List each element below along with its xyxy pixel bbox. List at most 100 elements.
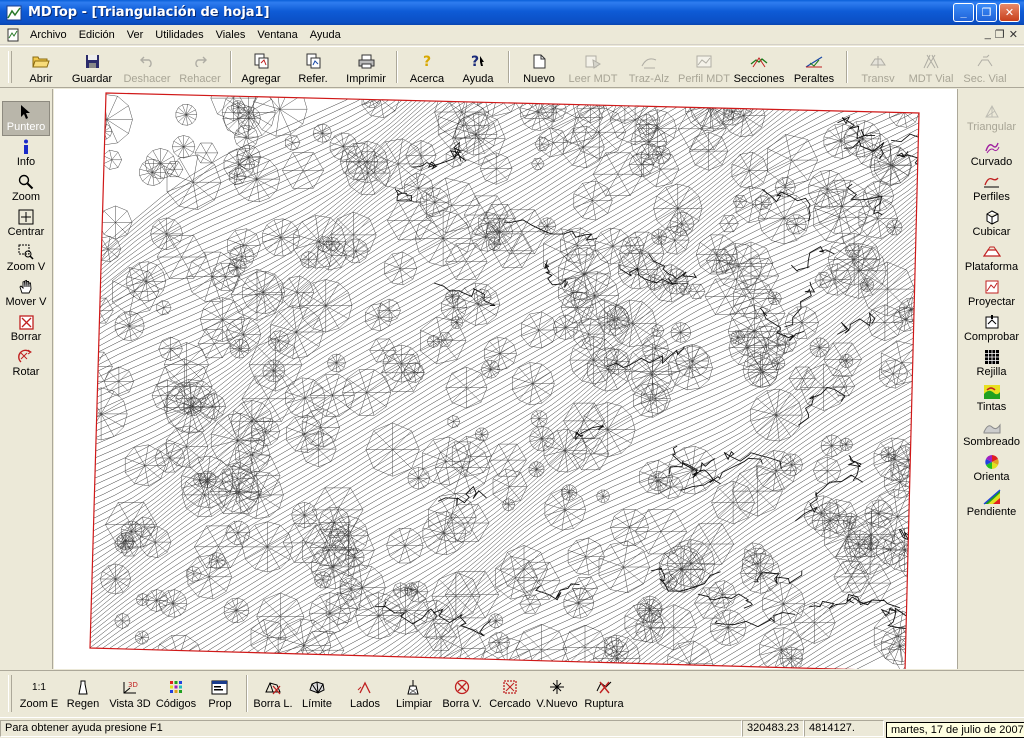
menu-archivo[interactable]: Archivo (24, 29, 73, 41)
grid-icon (984, 349, 1000, 365)
sections-button-label: Secciones (733, 73, 785, 85)
alignment-icon (640, 53, 658, 69)
window-title: MDTop - [Triangulación de hoja1] (28, 5, 270, 20)
fence-icon (502, 679, 518, 695)
shading-icon (983, 419, 1001, 435)
mdt-road-button[interactable]: MDT Vial (904, 47, 958, 87)
sides-button[interactable]: Lados (340, 671, 390, 716)
sections-button[interactable]: Secciones (732, 47, 786, 87)
help-button[interactable]: ? Ayuda (452, 47, 504, 87)
about-button[interactable]: ? Acerca (402, 47, 452, 87)
cube-volume-icon (984, 209, 1000, 225)
mdi-close-button[interactable]: ✕ (1009, 28, 1018, 41)
delete-vertex-button[interactable]: Borra V. (438, 671, 486, 716)
aspect-tool[interactable]: Orienta (958, 451, 1024, 486)
clean-label: Limpiar (395, 698, 433, 710)
check-tool[interactable]: Comprobar (958, 311, 1024, 346)
profile-mdt-icon (695, 53, 713, 69)
boundary-button[interactable]: Límite (294, 671, 340, 716)
add-document-icon (252, 53, 270, 69)
regen-button[interactable]: Regen (60, 671, 106, 716)
minimize-button[interactable]: _ (953, 3, 974, 22)
document-icon[interactable] (6, 28, 20, 42)
profile-mdt-button[interactable]: Perfil MDT (676, 47, 732, 87)
center-tool[interactable]: Centrar (2, 206, 50, 241)
clean-icon (406, 679, 422, 695)
menu-ver[interactable]: Ver (121, 29, 150, 41)
printer-icon (357, 53, 375, 69)
menu-ayuda[interactable]: Ayuda (304, 29, 347, 41)
platform-tool-label: Plataforma (964, 261, 1019, 273)
menu-utilidades[interactable]: Utilidades (149, 29, 209, 41)
open-button[interactable]: Abrir (18, 47, 64, 87)
center-tool-label: Centrar (7, 226, 45, 238)
zoom-window-icon (18, 244, 34, 260)
add-button[interactable]: Agregar (236, 47, 286, 87)
cubicar-tool[interactable]: Cubicar (958, 206, 1024, 241)
tints-tool[interactable]: Tintas (958, 381, 1024, 416)
pointer-tool[interactable]: Puntero (2, 101, 50, 136)
read-mdt-button[interactable]: Leer MDT (564, 47, 622, 87)
road-section-button[interactable]: Sec. Vial (958, 47, 1012, 87)
menu-bar: Archivo Edición Ver Utilidades Viales Ve… (0, 25, 1024, 45)
read-mdt-button-label: Leer MDT (568, 73, 618, 85)
platform-tool[interactable]: Plataforma (958, 241, 1024, 276)
mdi-restore-button[interactable]: ❐ (995, 28, 1005, 41)
triangulate-tool-label: Triangular (966, 121, 1017, 133)
zoom-extents-button[interactable]: 1:1 Zoom E (18, 671, 60, 716)
redo-button[interactable]: Rehacer (174, 47, 226, 87)
clean-button[interactable]: Limpiar (390, 671, 438, 716)
open-folder-icon (32, 53, 50, 69)
maximize-button[interactable]: ❐ (976, 3, 997, 22)
slope-tool-label: Pendiente (966, 506, 1017, 518)
delete-vertex-icon (454, 679, 470, 695)
zoom-tool[interactable]: Zoom (2, 171, 50, 206)
drawing-canvas[interactable] (54, 89, 957, 669)
fence-button[interactable]: Cercado (486, 671, 534, 716)
profiles-tool[interactable]: Perfiles (958, 171, 1024, 206)
menu-viales[interactable]: Viales (210, 29, 252, 41)
toolbar-grip[interactable] (8, 675, 12, 712)
close-button[interactable]: ✕ (999, 3, 1020, 22)
menu-edicion[interactable]: Edición (73, 29, 121, 41)
zoom-window-tool[interactable]: Zoom V (2, 241, 50, 276)
info-icon (22, 139, 30, 155)
toolbar-separator (508, 51, 510, 83)
profile-mdt-button-label: Perfil MDT (678, 73, 730, 85)
view-3d-button[interactable]: 3D Vista 3D (106, 671, 154, 716)
contours-icon (984, 139, 1000, 155)
regen-icon (78, 679, 88, 695)
pan-tool[interactable]: Mover V (2, 276, 50, 311)
contours-tool[interactable]: Curvado (958, 136, 1024, 171)
delete-lines-button[interactable]: Borra L. (252, 671, 294, 716)
print-button[interactable]: Imprimir (340, 47, 392, 87)
properties-button[interactable]: Prop (198, 671, 242, 716)
superelevation-button[interactable]: Peraltes (786, 47, 842, 87)
traz-alz-button[interactable]: Traz-Alz (622, 47, 676, 87)
info-tool[interactable]: Info (2, 136, 50, 171)
new-button[interactable]: Nuevo (514, 47, 564, 87)
breakline-button[interactable]: Ruptura (580, 671, 628, 716)
triangulate-tool[interactable]: Triangular (958, 101, 1024, 136)
triangulate-icon (984, 104, 1000, 120)
save-button[interactable]: Guardar (64, 47, 120, 87)
reference-button[interactable]: Refer. (286, 47, 340, 87)
grid-tool[interactable]: Rejilla (958, 346, 1024, 381)
rotate-tool[interactable]: Rotar (2, 346, 50, 381)
shading-tool[interactable]: Sombreado (958, 416, 1024, 451)
superelevation-button-label: Peraltes (793, 73, 835, 85)
codes-button[interactable]: Códigos (154, 671, 198, 716)
delete-lines-icon (264, 679, 282, 695)
toolbar-separator (396, 51, 398, 83)
project-tool[interactable]: Proyectar (958, 276, 1024, 311)
new-vertex-button[interactable]: V.Nuevo (534, 671, 580, 716)
toolbar-grip[interactable] (8, 51, 12, 83)
delete-tool[interactable]: Borrar (2, 311, 50, 346)
undo-button[interactable]: Deshacer (120, 47, 174, 87)
about-icon: ? (418, 53, 436, 69)
transv-button[interactable]: Transv (852, 47, 904, 87)
codes-icon (169, 679, 183, 695)
mdi-minimize-button[interactable]: _ (985, 28, 991, 41)
slope-tool[interactable]: Pendiente (958, 486, 1024, 521)
menu-ventana[interactable]: Ventana (251, 29, 303, 41)
